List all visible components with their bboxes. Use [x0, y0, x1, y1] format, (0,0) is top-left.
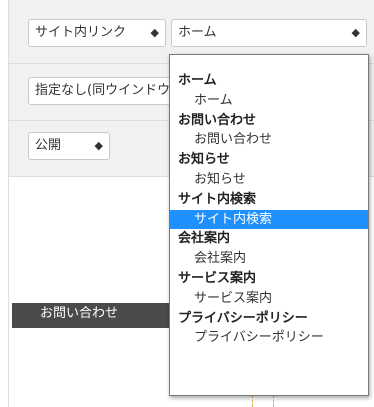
option-contact[interactable]: お問い合わせ [170, 130, 368, 150]
page-select-value: ホーム [178, 25, 217, 40]
layout-guide [252, 395, 274, 407]
option-company[interactable]: 会社案内 [170, 249, 368, 269]
option-site-search[interactable]: サイト内検索 [170, 209, 368, 230]
status-select[interactable]: 公開 ◆ [28, 132, 110, 160]
page-dropdown-list: ホーム ホーム お問い合わせ お問い合わせ お知らせ お知らせ サイト内検索 サ… [169, 54, 369, 396]
link-type-select[interactable]: サイト内リンク ◆ [28, 19, 166, 47]
optgroup-news: お知らせ [178, 152, 230, 168]
optgroup-contact: お問い合わせ [178, 112, 257, 128]
chevron-updown-icon: ◆ [150, 26, 159, 39]
option-news[interactable]: お知らせ [170, 170, 368, 190]
status-select-value: 公開 [35, 138, 62, 153]
chevron-updown-icon: ◆ [94, 139, 103, 152]
option-services[interactable]: サービス案内 [170, 289, 368, 309]
option-home[interactable]: ホーム [170, 91, 368, 111]
chevron-updown-icon: ◆ [351, 26, 360, 39]
optgroup-home: ホーム [178, 73, 217, 88]
optgroup-privacy: プライバシーポリシー [178, 310, 308, 326]
preview-nav-item: お問い合わせ [12, 303, 182, 328]
option-privacy[interactable]: プライバシーポリシー [170, 328, 368, 348]
optgroup-company: 会社案内 [178, 231, 231, 247]
link-type-value: サイト内リンク [35, 25, 127, 40]
optgroup-services: サービス案内 [178, 270, 257, 286]
optgroup-site-search: サイト内検索 [178, 191, 257, 207]
link-target-value: 指定なし(同ウインドウ) [35, 83, 176, 98]
preview-nav-label: お問い合わせ [40, 306, 119, 321]
page-select[interactable]: ホーム ◆ [171, 19, 367, 47]
